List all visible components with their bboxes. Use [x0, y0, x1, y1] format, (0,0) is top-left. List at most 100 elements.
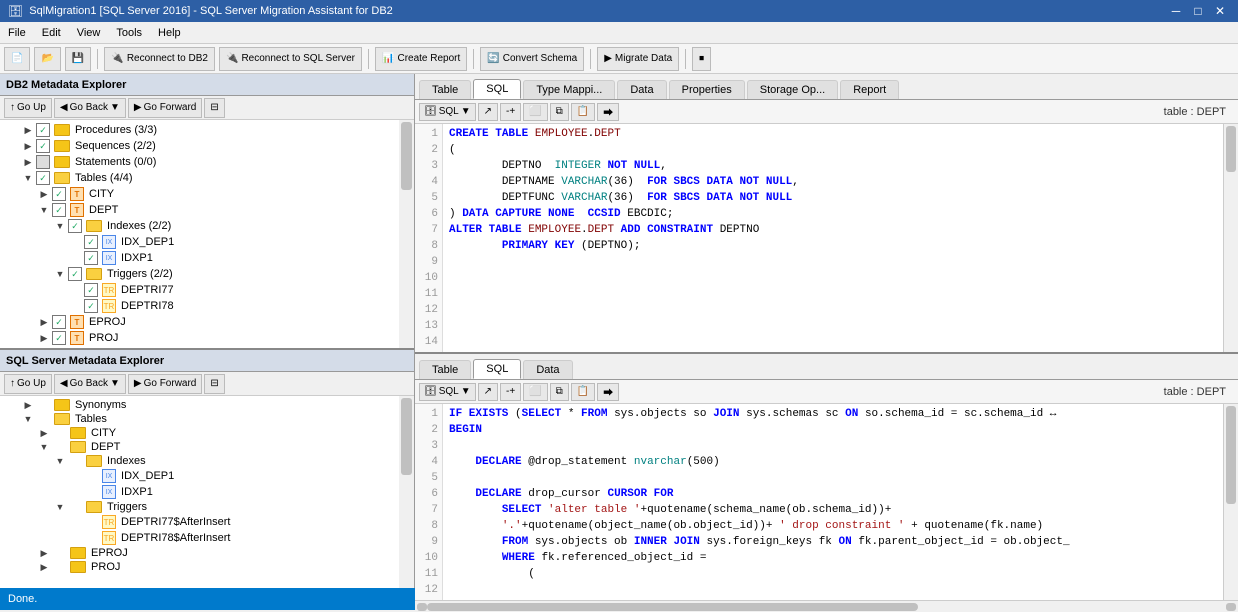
list-item[interactable]: TR DEPTRI77$AfterInsert — [2, 514, 397, 530]
list-item[interactable]: ▶ Sequences (2/2) — [2, 138, 397, 154]
sql-dropdown-bottom[interactable]: 🗄 SQL ▼ — [419, 383, 476, 401]
top-code-content[interactable]: CREATE TABLE EMPLOYEE.DEPT( DEPTNO INTEG… — [443, 124, 1223, 352]
tree-checkbox[interactable] — [36, 171, 50, 185]
window-btn-top[interactable]: ⬜ — [523, 103, 547, 121]
menu-view[interactable]: View — [69, 25, 109, 41]
convert-schema-button[interactable]: 🔄 Convert Schema — [480, 47, 584, 71]
tree-checkbox[interactable] — [52, 331, 66, 345]
top-code-area[interactable]: 1234567891011121314 CREATE TABLE EMPLOYE… — [415, 124, 1223, 352]
create-report-button[interactable]: 📊 Create Report — [375, 47, 467, 71]
bottom-vscrollbar[interactable] — [1223, 404, 1238, 600]
tab-sql-top[interactable]: SQL — [473, 79, 521, 99]
sql-go-back-button[interactable]: ◀ Go Back ▼ — [54, 374, 126, 394]
cursor-btn-top[interactable]: ↗ — [478, 103, 498, 121]
bottom-code-area[interactable]: 123456789101112 IF EXISTS (SELECT * FROM… — [415, 404, 1223, 600]
tree-checkbox[interactable] — [36, 155, 50, 169]
tree-checkbox[interactable] — [52, 203, 66, 217]
h-scrollbar-thumb[interactable] — [427, 603, 918, 611]
sql-go-up-button[interactable]: ↑ Go Up — [4, 374, 52, 394]
list-item[interactable]: ▶T EPROJ — [2, 314, 397, 330]
tab-report[interactable]: Report — [840, 80, 899, 99]
add-btn-bottom[interactable]: -+ — [500, 383, 521, 401]
cursor-btn-bottom[interactable]: ↗ — [478, 383, 498, 401]
list-item[interactable]: IX IDX_DEP1 — [2, 234, 397, 250]
maximize-button[interactable]: □ — [1188, 3, 1208, 19]
minimize-button[interactable]: ─ — [1166, 3, 1186, 19]
tab-data-bottom[interactable]: Data — [523, 360, 572, 379]
bottom-code-content[interactable]: IF EXISTS (SELECT * FROM sys.objects so … — [443, 404, 1223, 600]
tree-checkbox[interactable] — [84, 283, 98, 297]
menu-tools[interactable]: Tools — [108, 25, 150, 41]
tree-checkbox[interactable] — [84, 251, 98, 265]
tab-type-mapping[interactable]: Type Mappi... — [523, 80, 615, 99]
db2-go-back-button[interactable]: ◀ Go Back ▼ — [54, 98, 126, 118]
nav-btn-bottom[interactable]: ⮕ — [597, 383, 619, 401]
reconnect-sql-button[interactable]: 🔌 Reconnect to SQL Server — [219, 47, 362, 71]
list-item[interactable]: ▼ Indexes — [2, 454, 397, 468]
new-button[interactable]: 📄 — [4, 47, 30, 71]
tab-sql-bottom[interactable]: SQL — [473, 359, 521, 379]
sql-refresh-button[interactable]: ⊟ — [204, 374, 224, 394]
tree-checkbox[interactable] — [52, 315, 66, 329]
list-item[interactable]: ▶T PROJ — [2, 330, 397, 346]
tab-data-top[interactable]: Data — [617, 80, 666, 99]
reconnect-db2-button[interactable]: 🔌 Reconnect to DB2 — [104, 47, 215, 71]
migrate-data-button[interactable]: ▶ Migrate Data — [597, 47, 679, 71]
nav-btn-top[interactable]: ⮕ — [597, 103, 619, 121]
tree-checkbox[interactable] — [36, 123, 50, 137]
stop-button[interactable]: ⏹ — [692, 47, 711, 71]
sql-go-forward-button[interactable]: ▶ Go Forward — [128, 374, 203, 394]
list-item[interactable]: IX IDXP1 — [2, 484, 397, 500]
list-item[interactable]: TR DEPTRI78 — [2, 298, 397, 314]
copy-btn-top[interactable]: ⧉ — [550, 103, 569, 121]
paste-btn-top[interactable]: 📋 — [571, 103, 595, 121]
tab-table-top[interactable]: Table — [419, 80, 471, 99]
top-vscrollbar[interactable] — [1223, 124, 1238, 352]
tree-checkbox[interactable] — [36, 139, 50, 153]
list-item[interactable]: ▶ EPROJ — [2, 546, 397, 560]
tab-table-bottom[interactable]: Table — [419, 360, 471, 379]
sql-dropdown-top[interactable]: 🗄 SQL ▼ — [419, 103, 476, 121]
list-item[interactable]: ▼ Indexes (2/2) — [2, 218, 397, 234]
tab-storage-op[interactable]: Storage Op... — [747, 80, 838, 99]
tree-checkbox[interactable] — [84, 235, 98, 249]
save-button[interactable]: 💾 — [65, 47, 91, 71]
menu-edit[interactable]: Edit — [34, 25, 69, 41]
db2-refresh-button[interactable]: ⊟ — [204, 98, 224, 118]
tree-checkbox[interactable] — [52, 187, 66, 201]
list-item[interactable]: ▶ PROJ — [2, 560, 397, 574]
paste-btn-bottom[interactable]: 📋 — [571, 383, 595, 401]
tree-checkbox[interactable] — [84, 299, 98, 313]
db2-go-up-button[interactable]: ↑ Go Up — [4, 98, 52, 118]
add-btn-top[interactable]: -+ — [500, 103, 521, 121]
window-btn-bottom[interactable]: ⬜ — [523, 383, 547, 401]
tab-properties[interactable]: Properties — [669, 80, 745, 99]
list-item[interactable]: ▼ Triggers (2/2) — [2, 266, 397, 282]
list-item[interactable]: TR DEPTRI78$AfterInsert — [2, 530, 397, 546]
list-item[interactable]: ▼ Tables (4/4) — [2, 170, 397, 186]
list-item[interactable]: ▶ Synonyms — [2, 398, 397, 412]
list-item[interactable]: ▶ Statements (0/0) — [2, 154, 397, 170]
list-item[interactable]: ▶ Procedures (3/3) — [2, 122, 397, 138]
list-item[interactable]: ▼ Tables — [2, 412, 397, 426]
list-item[interactable]: ▶T CITY — [2, 186, 397, 202]
close-button[interactable]: ✕ — [1210, 3, 1230, 19]
list-item[interactable]: ▶ CITY — [2, 426, 397, 440]
menu-help[interactable]: Help — [150, 25, 189, 41]
tree-checkbox[interactable] — [68, 219, 82, 233]
list-item[interactable]: IX IDX_DEP1 — [2, 468, 397, 484]
list-item[interactable]: ▼T DEPT — [2, 202, 397, 218]
sql-scrollbar[interactable] — [399, 396, 414, 588]
bottom-hscrollbar[interactable] — [415, 600, 1238, 612]
copy-btn-bottom[interactable]: ⧉ — [550, 383, 569, 401]
db2-explorer-title: DB2 Metadata Explorer — [6, 79, 126, 91]
open-button[interactable]: 📂 — [34, 47, 60, 71]
list-item[interactable]: TR DEPTRI77 — [2, 282, 397, 298]
db2-go-forward-button[interactable]: ▶ Go Forward — [128, 98, 203, 118]
menu-file[interactable]: File — [0, 25, 34, 41]
list-item[interactable]: ▼ Triggers — [2, 500, 397, 514]
list-item[interactable]: ▼ DEPT — [2, 440, 397, 454]
tree-checkbox[interactable] — [68, 267, 82, 281]
db2-scrollbar[interactable] — [399, 120, 414, 348]
list-item[interactable]: IX IDXP1 — [2, 250, 397, 266]
